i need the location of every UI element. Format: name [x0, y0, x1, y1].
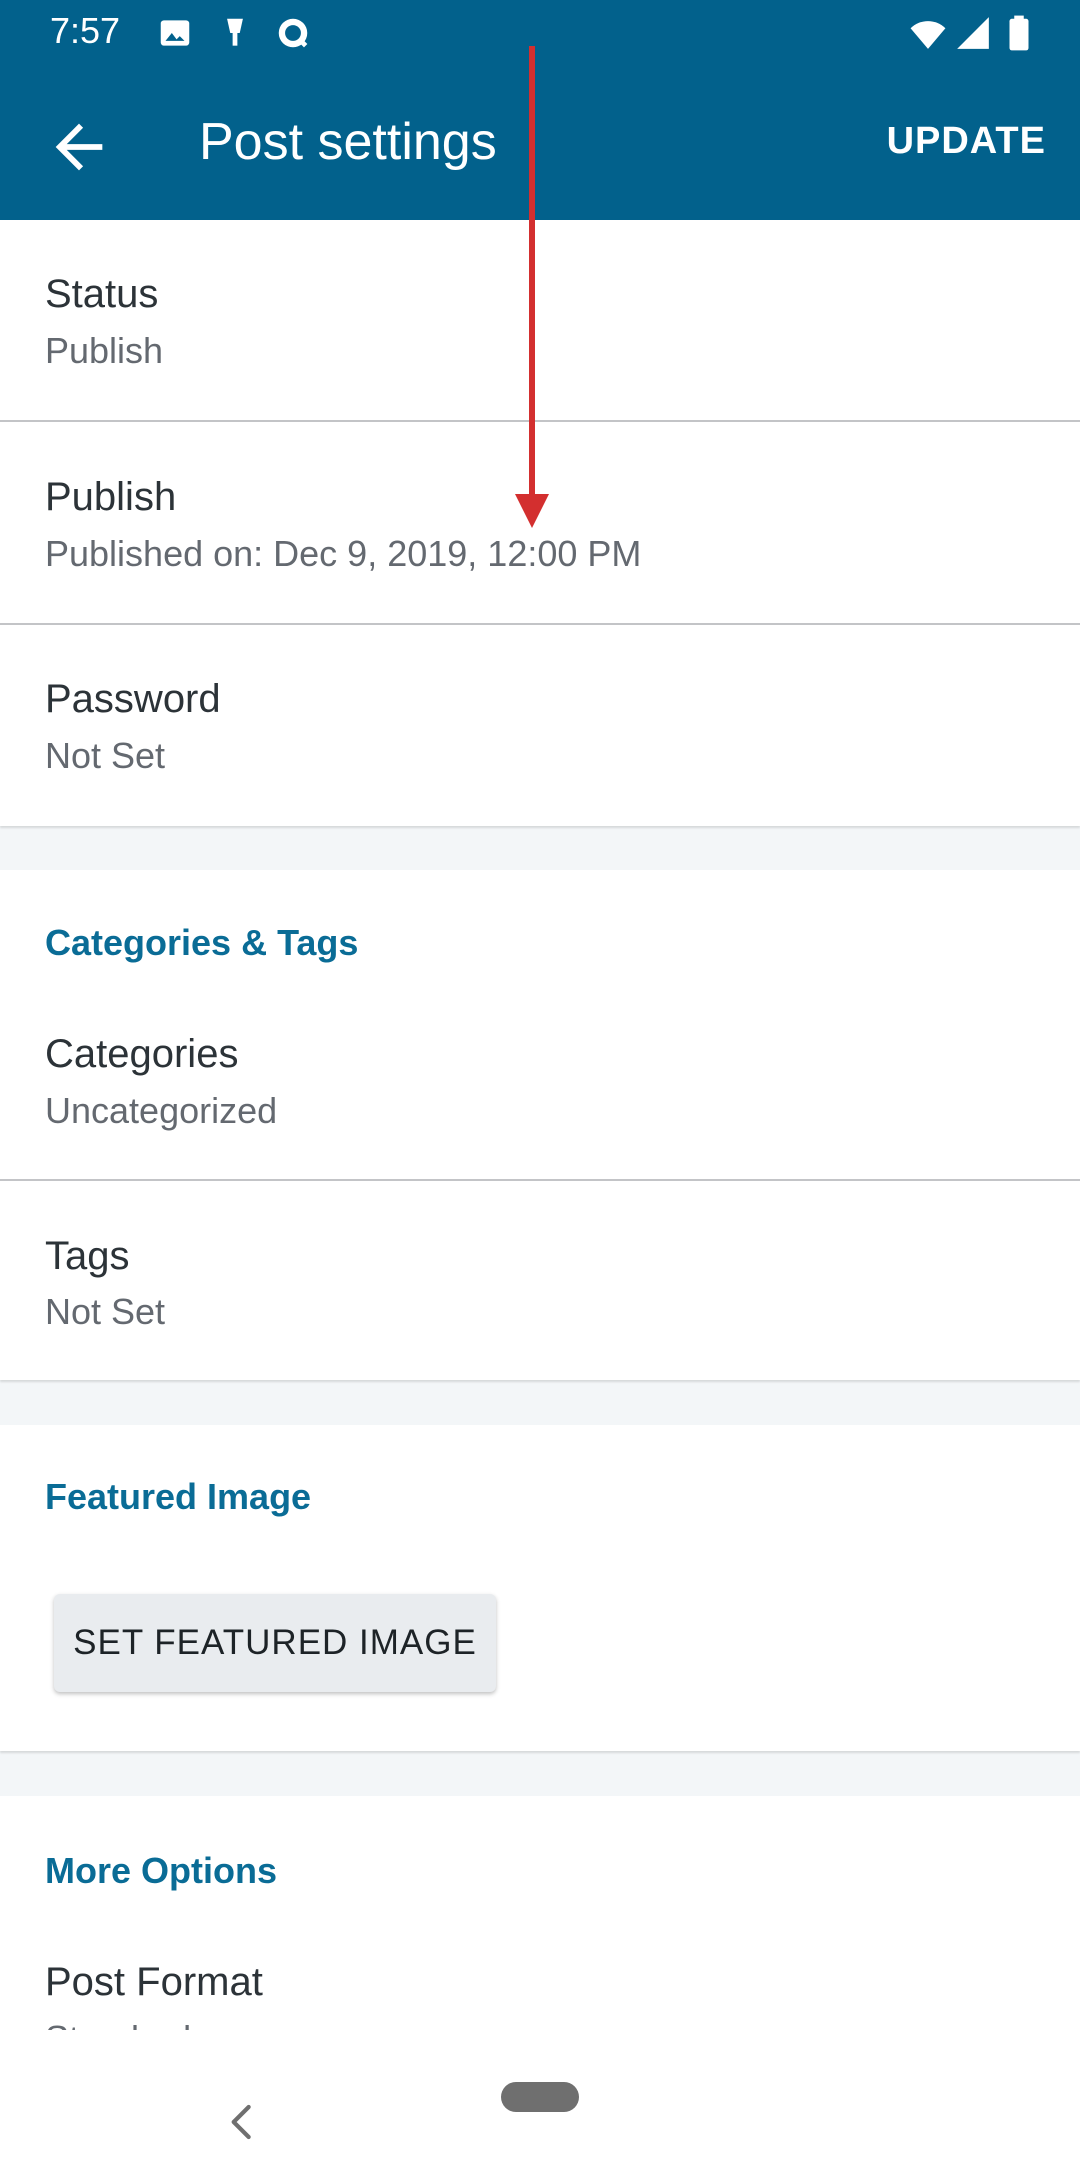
nav-back-icon[interactable]	[222, 2102, 262, 2142]
post-format-label: Post Format	[45, 1960, 263, 2004]
categories-row[interactable]: Categories Uncategorized	[0, 980, 1080, 1180]
set-featured-image-button[interactable]: SET FEATURED IMAGE	[54, 1594, 496, 1692]
tags-row[interactable]: Tags Not Set	[0, 1181, 1080, 1380]
status-label: Status	[45, 272, 159, 316]
featured-image-card: Featured Image	[0, 1425, 1080, 1751]
page-title: Post settings	[199, 113, 497, 171]
money-app-icon	[278, 18, 308, 48]
publish-row[interactable]: Publish Published on: Dec 9, 2019, 12:00…	[0, 422, 1080, 623]
image-icon	[160, 20, 190, 46]
categories-value: Uncategorized	[45, 1090, 278, 1131]
wifi-icon	[910, 21, 946, 49]
status-bar: 7:57	[0, 0, 1080, 68]
password-value: Not Set	[45, 735, 166, 776]
publish-settings-card: Status Publish Publish Published on: Dec…	[0, 220, 1080, 826]
post-format-row[interactable]: Post Format Standard	[0, 1908, 1080, 2030]
tags-label: Tags	[45, 1234, 130, 1278]
beverage-icon	[227, 18, 243, 46]
status-row[interactable]: Status Publish	[0, 220, 1080, 421]
categories-tags-card: Categories & Tags Categories Uncategoriz…	[0, 870, 1080, 1380]
update-button[interactable]: UPDATE	[887, 120, 1046, 163]
featured-image-section-title: Featured Image	[45, 1476, 312, 1517]
nav-home-pill[interactable]	[501, 2082, 579, 2112]
tags-value: Not Set	[45, 1291, 166, 1332]
status-value: Publish	[45, 330, 164, 371]
back-arrow-icon[interactable]	[44, 112, 114, 182]
publish-date-value: Published on: Dec 9, 2019, 12:00 PM	[45, 533, 642, 574]
publish-label: Publish	[45, 475, 177, 519]
app-bar: 7:57 Post settings UPDATE	[0, 0, 1080, 220]
status-time: 7:57	[50, 10, 121, 51]
password-label: Password	[45, 677, 221, 721]
more-options-card: More Options Post Format Standard	[0, 1796, 1080, 2030]
password-row[interactable]: Password Not Set	[0, 625, 1080, 826]
battery-icon	[1009, 15, 1029, 51]
more-options-section-title: More Options	[45, 1850, 277, 1891]
categories-label: Categories	[45, 1032, 239, 1076]
cellular-signal-icon	[957, 17, 989, 49]
post-format-value: Standard	[45, 2018, 191, 2030]
categories-tags-section-title: Categories & Tags	[45, 922, 359, 963]
